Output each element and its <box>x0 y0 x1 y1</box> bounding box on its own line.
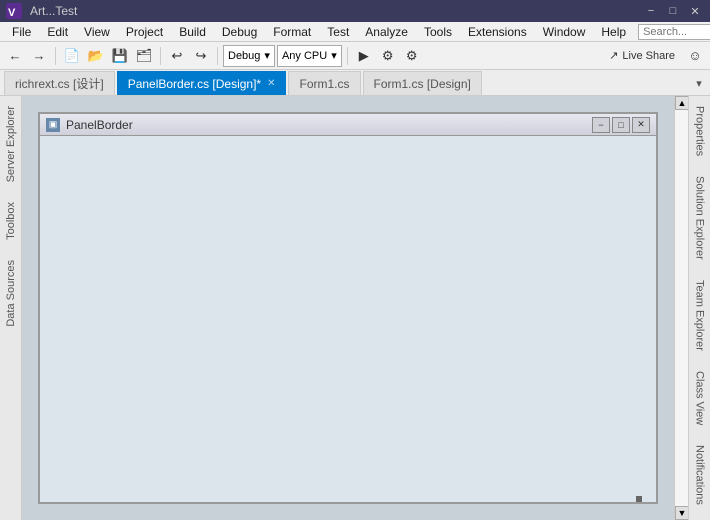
start-button[interactable]: ▶ <box>353 45 375 67</box>
menu-item-extensions[interactable]: Extensions <box>460 23 535 41</box>
form-minimize-button[interactable]: − <box>592 117 610 133</box>
redo-button[interactable]: ↪ <box>190 45 212 67</box>
tab-close-1[interactable]: ✕ <box>267 78 275 89</box>
scroll-down-button[interactable]: ▼ <box>675 506 688 520</box>
right-sidebar: PropertiesSolution ExplorerTeam Explorer… <box>688 96 710 520</box>
menu-item-project[interactable]: Project <box>118 23 171 41</box>
tab-3[interactable]: Form1.cs [Design] <box>363 71 482 95</box>
resize-handle[interactable] <box>636 496 642 502</box>
tab-label-3: Form1.cs [Design] <box>374 77 471 91</box>
tab-1[interactable]: PanelBorder.cs [Design]* ✕ <box>117 71 287 95</box>
menu-bar: FileEditViewProjectBuildDebugFormatTestA… <box>0 22 710 42</box>
close-button[interactable]: ✕ <box>686 3 704 19</box>
open-file-button[interactable]: 📂 <box>85 45 107 67</box>
scroll-track[interactable] <box>675 110 688 506</box>
designer-vscrollbar[interactable]: ▲ ▼ <box>674 96 688 520</box>
live-share-label: Live Share <box>622 50 675 62</box>
designer-area: ▣ PanelBorder − □ ✕ ▲ ▼ <box>22 96 688 520</box>
separator-2 <box>160 47 161 65</box>
form-icon-symbol: ▣ <box>49 119 58 130</box>
tab-0[interactable]: richrext.cs [设计] <box>4 71 115 95</box>
live-share-button[interactable]: ↗ Live Share <box>602 46 682 65</box>
left-sidebar: Server ExplorerToolboxData Sources <box>0 96 22 520</box>
minimize-button[interactable]: − <box>642 3 660 19</box>
title-bar: V Art...Test − □ ✕ <box>0 0 710 22</box>
feedback-button[interactable]: ☺ <box>684 45 706 67</box>
save-button[interactable]: 💾 <box>109 45 131 67</box>
form-icon: ▣ <box>46 118 60 132</box>
debug-config-arrow: ▾ <box>264 49 270 62</box>
menu-item-view[interactable]: View <box>76 23 118 41</box>
new-file-button[interactable]: 📄 <box>61 45 83 67</box>
tab-label-1: PanelBorder.cs [Design]* <box>128 77 261 91</box>
debug-config-dropdown[interactable]: Debug ▾ <box>223 45 275 67</box>
menu-item-test[interactable]: Test <box>319 23 357 41</box>
form-close-button[interactable]: ✕ <box>632 117 650 133</box>
form-maximize-button[interactable]: □ <box>612 117 630 133</box>
form-title-bar: ▣ PanelBorder − □ ✕ <box>40 114 656 136</box>
separator-3 <box>217 47 218 65</box>
menu-item-window[interactable]: Window <box>535 23 594 41</box>
scroll-up-button[interactable]: ▲ <box>675 96 688 110</box>
svg-text:V: V <box>8 7 16 19</box>
menu-item-build[interactable]: Build <box>171 23 214 41</box>
right-panel-class-view[interactable]: Class View <box>690 361 710 435</box>
extra-button[interactable]: ⚙ <box>401 45 423 67</box>
main-area: Server ExplorerToolboxData Sources ▣ Pan… <box>0 96 710 520</box>
tab-label-0: richrext.cs [设计] <box>15 75 104 92</box>
form-title-text: PanelBorder <box>66 118 133 132</box>
title-bar-left: V Art...Test <box>6 3 77 19</box>
left-panel-server-explorer[interactable]: Server Explorer <box>1 96 21 192</box>
title-bar-controls: − □ ✕ <box>642 3 704 19</box>
menu-item-file[interactable]: File <box>4 23 39 41</box>
menu-item-debug[interactable]: Debug <box>214 23 265 41</box>
left-panel-toolbox[interactable]: Toolbox <box>1 192 21 250</box>
left-panel-data-sources[interactable]: Data Sources <box>1 250 21 337</box>
undo-button[interactable]: ↩ <box>166 45 188 67</box>
right-panel-solution-explorer[interactable]: Solution Explorer <box>690 166 710 270</box>
menu-item-tools[interactable]: Tools <box>416 23 460 41</box>
debug-config-label: Debug <box>228 50 260 62</box>
form-controls: − □ ✕ <box>592 117 650 133</box>
tab-overflow-button[interactable]: ▾ <box>688 71 710 95</box>
maximize-button[interactable]: □ <box>664 3 682 19</box>
search-box[interactable]: 🔍 <box>638 24 710 40</box>
separator-1 <box>55 47 56 65</box>
menu-item-format[interactable]: Format <box>265 23 319 41</box>
right-panel-team-explorer[interactable]: Team Explorer <box>690 270 710 361</box>
tab-2[interactable]: Form1.cs <box>288 71 360 95</box>
share-icon: ↗ <box>609 49 618 62</box>
separator-4 <box>347 47 348 65</box>
form-title-left: ▣ PanelBorder <box>46 118 133 132</box>
attach-button[interactable]: ⚙ <box>377 45 399 67</box>
platform-dropdown[interactable]: Any CPU ▾ <box>277 45 342 67</box>
back-button[interactable]: ← <box>4 45 26 67</box>
search-input[interactable] <box>643 26 710 38</box>
menu-item-help[interactable]: Help <box>593 23 634 41</box>
forward-button[interactable]: → <box>28 45 50 67</box>
menu-item-analyze[interactable]: Analyze <box>357 23 416 41</box>
tab-bar: richrext.cs [设计] PanelBorder.cs [Design]*… <box>0 70 710 96</box>
right-panel-notifications[interactable]: Notifications <box>690 435 710 515</box>
toolbar: ← → 📄 📂 💾 🗂 ↩ ↪ Debug ▾ Any CPU ▾ ▶ ⚙ ⚙ … <box>0 42 710 70</box>
tab-label-2: Form1.cs <box>299 77 349 91</box>
form-container: ▣ PanelBorder − □ ✕ <box>38 112 658 504</box>
menu-item-edit[interactable]: Edit <box>39 23 76 41</box>
platform-label: Any CPU <box>282 50 327 62</box>
right-panel-properties[interactable]: Properties <box>690 96 710 166</box>
form-body <box>40 136 656 502</box>
platform-arrow: ▾ <box>331 49 337 62</box>
title-text: Art...Test <box>30 4 77 18</box>
vs-logo-icon: V <box>6 3 22 19</box>
save-all-button[interactable]: 🗂 <box>133 45 155 67</box>
